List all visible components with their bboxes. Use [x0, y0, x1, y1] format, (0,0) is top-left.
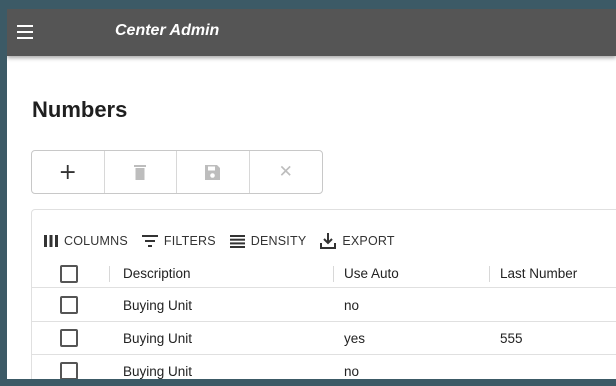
- cell-description: Buying Unit: [123, 297, 193, 313]
- column-separator[interactable]: [489, 266, 490, 282]
- select-all-checkbox[interactable]: [60, 264, 78, 283]
- filter-icon: [141, 235, 158, 247]
- table-header-row: Description Use Auto Last Number: [32, 260, 616, 288]
- row-checkbox[interactable]: [60, 296, 78, 314]
- header-last-number[interactable]: Last Number: [500, 266, 577, 281]
- columns-label: COLUMNS: [64, 234, 128, 248]
- export-button[interactable]: EXPORT: [320, 233, 395, 249]
- delete-button[interactable]: [105, 151, 177, 193]
- data-grid: COLUMNS FILTERS DENSITY EXPORT Descripti…: [31, 209, 616, 379]
- columns-icon: [44, 235, 58, 247]
- app-bar: Center Admin: [7, 9, 616, 56]
- app-window: Center Admin Numbers + ✕ COLUMNS FILTERS…: [7, 9, 616, 379]
- delete-icon: [134, 164, 147, 180]
- header-use-auto[interactable]: Use Auto: [344, 266, 399, 281]
- add-button[interactable]: +: [32, 151, 105, 193]
- cell-description: Buying Unit: [123, 363, 193, 379]
- cell-last-number: 555: [500, 330, 523, 346]
- columns-button[interactable]: COLUMNS: [44, 234, 128, 248]
- row-checkbox[interactable]: [60, 362, 78, 379]
- export-icon: [320, 233, 337, 249]
- cell-use-auto: yes: [344, 330, 366, 346]
- density-label: DENSITY: [250, 234, 307, 248]
- save-icon: [205, 164, 221, 180]
- page-title: Numbers: [32, 97, 128, 122]
- filters-label: FILTERS: [163, 234, 216, 248]
- filters-button[interactable]: FILTERS: [141, 234, 216, 248]
- density-icon: [229, 234, 245, 248]
- table-row[interactable]: Buying Unit yes 555: [32, 322, 616, 355]
- export-label: EXPORT: [342, 234, 395, 248]
- hamburger-menu-icon[interactable]: [15, 22, 37, 42]
- add-icon: +: [58, 159, 77, 185]
- table-row[interactable]: Buying Unit no: [32, 289, 616, 322]
- save-button[interactable]: [177, 151, 250, 193]
- cancel-button[interactable]: ✕: [250, 151, 323, 193]
- action-toolbar: + ✕: [31, 150, 323, 194]
- header-description[interactable]: Description: [123, 266, 191, 281]
- cell-use-auto: no: [344, 297, 360, 313]
- density-button[interactable]: DENSITY: [229, 234, 307, 248]
- column-separator[interactable]: [109, 266, 110, 282]
- cell-use-auto: no: [344, 363, 360, 379]
- close-icon: ✕: [278, 162, 293, 182]
- app-title: Center Admin: [115, 22, 220, 39]
- cell-description: Buying Unit: [123, 330, 193, 346]
- column-separator[interactable]: [333, 266, 334, 282]
- grid-toolbar: COLUMNS FILTERS DENSITY EXPORT: [44, 232, 409, 250]
- row-checkbox[interactable]: [60, 329, 78, 347]
- table-row[interactable]: Buying Unit no: [32, 355, 616, 379]
